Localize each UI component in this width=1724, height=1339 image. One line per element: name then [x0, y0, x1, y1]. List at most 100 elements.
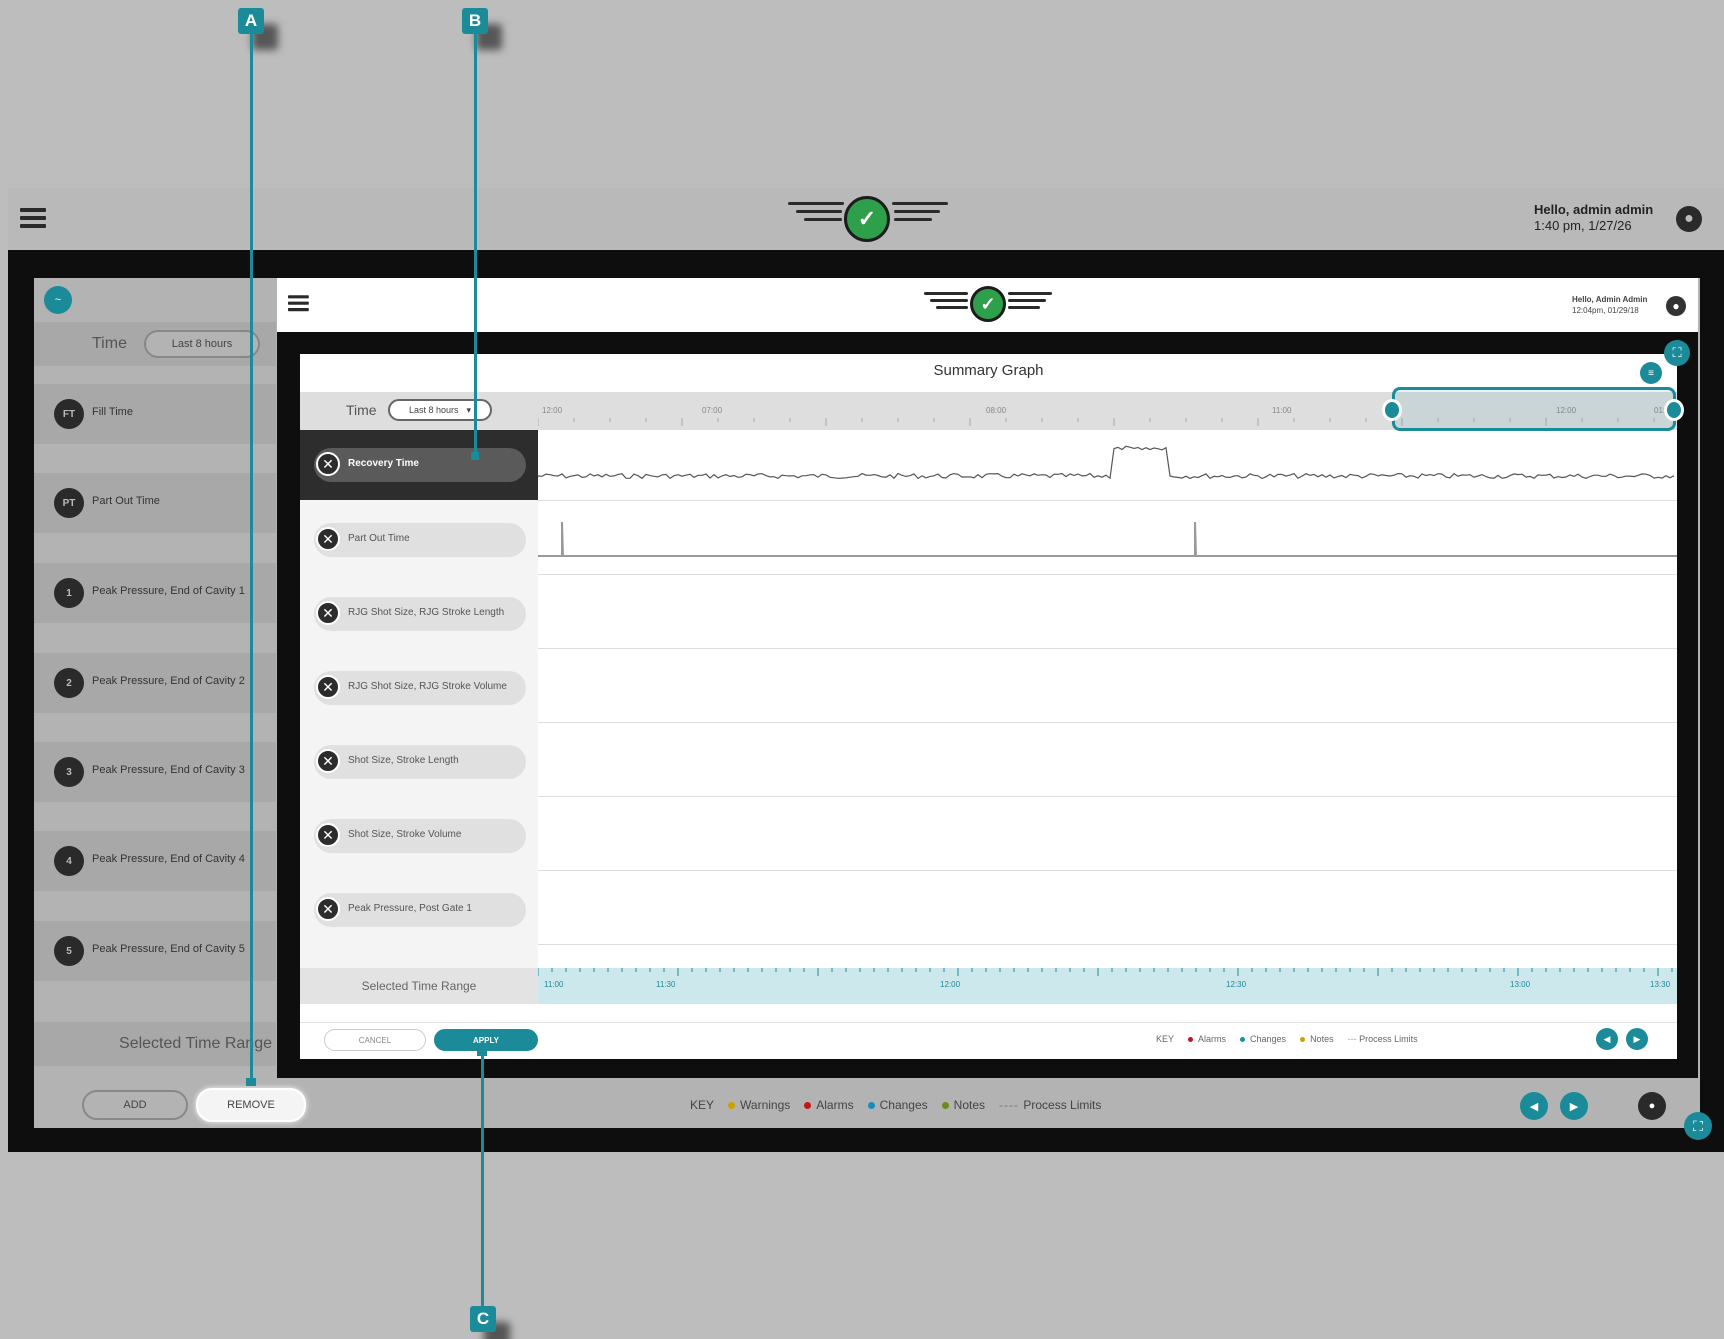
bg-list-item[interactable]: 2 Peak Pressure, End of Cavity 2	[34, 653, 276, 713]
fg-time-label: Time	[346, 402, 377, 418]
range-tick-label: 13:30	[1650, 980, 1671, 989]
add-button[interactable]: ADD	[82, 1090, 188, 1120]
series-traces	[538, 445, 1677, 557]
series-chip-label: Peak Pressure, Post Gate 1	[348, 903, 472, 914]
remove-button[interactable]: REMOVE	[196, 1088, 306, 1122]
time-tick-label: 12:00	[542, 406, 563, 415]
bg-list-item[interactable]: 1 Peak Pressure, End of Cavity 1	[34, 563, 276, 623]
cancel-button-label: CANCEL	[358, 1035, 392, 1045]
range-tick-label: 11:00	[544, 980, 564, 989]
remove-button-label: REMOVE	[227, 1099, 275, 1111]
series-chip[interactable]: ✕ RJG Shot Size, RJG Stroke Volume	[314, 671, 526, 705]
remove-series-icon[interactable]: ✕	[316, 675, 340, 699]
warning-dot-icon	[728, 1102, 736, 1110]
bg-list-item[interactable]: FT Fill Time	[34, 384, 276, 444]
bg-list-item[interactable]: PT Part Out Time	[34, 473, 276, 533]
graph-settings-icon[interactable]: ≡	[1640, 362, 1662, 384]
selected-range-label-cell: Selected Time Range	[300, 968, 538, 1004]
prev-icon[interactable]: ◀	[1596, 1028, 1618, 1050]
series-chip-label: Shot Size, Stroke Length	[348, 755, 459, 766]
alarm-dot-icon	[804, 1102, 812, 1110]
bg-key-alarms: Alarms	[804, 1098, 854, 1112]
change-dot-icon	[1240, 1037, 1246, 1043]
fg-user-account-icon[interactable]: ●	[1666, 296, 1686, 316]
bg-key-warnings: Warnings	[728, 1098, 790, 1112]
callout-b: B	[462, 8, 488, 34]
range-tick-label: 13:00	[1510, 980, 1531, 989]
callout-b-anchor	[471, 452, 479, 460]
remove-series-icon[interactable]: ✕	[316, 897, 340, 921]
user-greeting: Hello, admin admin 1:40 pm, 1/27/26	[1534, 202, 1653, 234]
fg-legend: KEY Alarms Changes Notes --- Process Lim…	[1156, 1034, 1418, 1044]
bg-fullscreen-icon[interactable]: ⛶	[1684, 1112, 1712, 1140]
callout-a: A	[238, 8, 264, 34]
series-chip-label: Recovery Time	[348, 458, 419, 469]
series-chip[interactable]: ✕ Recovery Time	[314, 448, 526, 482]
series-chip[interactable]: ✕ Peak Pressure, Post Gate 1	[314, 893, 526, 927]
bg-item-badge: FT	[54, 399, 84, 429]
bg-prev-icon[interactable]: ◀	[1520, 1092, 1548, 1120]
fg-time-select-value: Last 8 hours	[408, 405, 459, 415]
bg-key-label: KEY	[690, 1098, 715, 1112]
fg-greeting-text: Hello, Admin Admin	[1572, 295, 1648, 304]
fg-key-alarms: Alarms	[1188, 1034, 1226, 1044]
bg-item-label: Peak Pressure, End of Cavity 2	[92, 675, 245, 687]
row-divider	[538, 648, 1677, 649]
time-tick-label: 07:00	[702, 406, 723, 415]
series-chip[interactable]: ✕ Shot Size, Stroke Length	[314, 745, 526, 779]
cancel-button[interactable]: CANCEL	[324, 1029, 426, 1051]
bg-time-select[interactable]: Last 8 hours	[144, 330, 260, 358]
fg-key-changes: Changes	[1240, 1034, 1286, 1044]
callout-b-line	[474, 34, 477, 456]
series-chip[interactable]: ✕ RJG Shot Size, RJG Stroke Length	[314, 597, 526, 631]
fg-key-label: KEY	[1156, 1034, 1175, 1044]
alarm-dot-icon	[1188, 1037, 1194, 1043]
series-chip[interactable]: ✕ Part Out Time	[314, 523, 526, 557]
fg-fullscreen-icon[interactable]: ⛶	[1664, 340, 1690, 366]
bg-item-badge: 1	[54, 578, 84, 608]
range-tick-label: 12:00	[940, 980, 961, 989]
add-button-label: ADD	[123, 1099, 147, 1111]
apply-button-label: APPLY	[473, 1035, 499, 1045]
bg-item-label: Peak Pressure, End of Cavity 5	[92, 943, 245, 955]
graph-type-icon[interactable]: ~	[44, 286, 72, 314]
callout-c-line	[481, 1052, 484, 1308]
chevron-down-icon: ▾	[466, 404, 472, 415]
next-icon[interactable]: ▶	[1626, 1028, 1648, 1050]
row-divider	[538, 796, 1677, 797]
range-axis	[538, 968, 1673, 976]
range-start-handle[interactable]	[1382, 399, 1402, 421]
time-range-selector[interactable]	[1392, 387, 1676, 431]
remove-series-icon[interactable]: ✕	[316, 823, 340, 847]
bg-item-label: Fill Time	[92, 406, 133, 418]
fg-status-check-icon: ✓	[970, 286, 1006, 322]
remove-series-icon[interactable]: ✕	[316, 452, 340, 476]
bg-list-item[interactable]: 4 Peak Pressure, End of Cavity 4	[34, 831, 276, 891]
remove-series-icon[interactable]: ✕	[316, 527, 340, 551]
bg-time-select-value: Last 8 hours	[171, 338, 233, 350]
bg-settings-icon[interactable]: ●	[1638, 1092, 1666, 1120]
fg-menu-icon[interactable]	[288, 292, 309, 314]
bg-list-item[interactable]: 5 Peak Pressure, End of Cavity 5	[34, 921, 276, 981]
bg-next-icon[interactable]: ▶	[1560, 1092, 1588, 1120]
callout-a-line	[250, 34, 253, 1082]
remove-series-icon[interactable]: ✕	[316, 601, 340, 625]
bg-item-label: Peak Pressure, End of Cavity 3	[92, 764, 245, 776]
remove-series-icon[interactable]: ✕	[316, 749, 340, 773]
note-dot-icon	[941, 1102, 949, 1110]
row-divider	[538, 870, 1677, 871]
series-chip-label: RJG Shot Size, RJG Stroke Length	[348, 607, 505, 618]
greeting-text: Hello, admin admin	[1534, 202, 1654, 217]
bg-time-label: Time	[92, 335, 127, 352]
row-divider	[538, 722, 1677, 723]
menu-icon[interactable]	[20, 204, 46, 232]
note-dot-icon	[1300, 1037, 1306, 1043]
range-end-handle[interactable]	[1664, 399, 1684, 421]
user-account-icon[interactable]: ●	[1676, 206, 1702, 232]
bg-time-row: Time Last 8 hours	[34, 322, 276, 366]
bg-item-label: Peak Pressure, End of Cavity 4	[92, 853, 245, 865]
range-tick-label: 12:30	[1226, 980, 1247, 989]
row-divider	[538, 944, 1677, 945]
series-chip[interactable]: ✕ Shot Size, Stroke Volume	[314, 819, 526, 853]
bg-list-item[interactable]: 3 Peak Pressure, End of Cavity 3	[34, 742, 276, 802]
